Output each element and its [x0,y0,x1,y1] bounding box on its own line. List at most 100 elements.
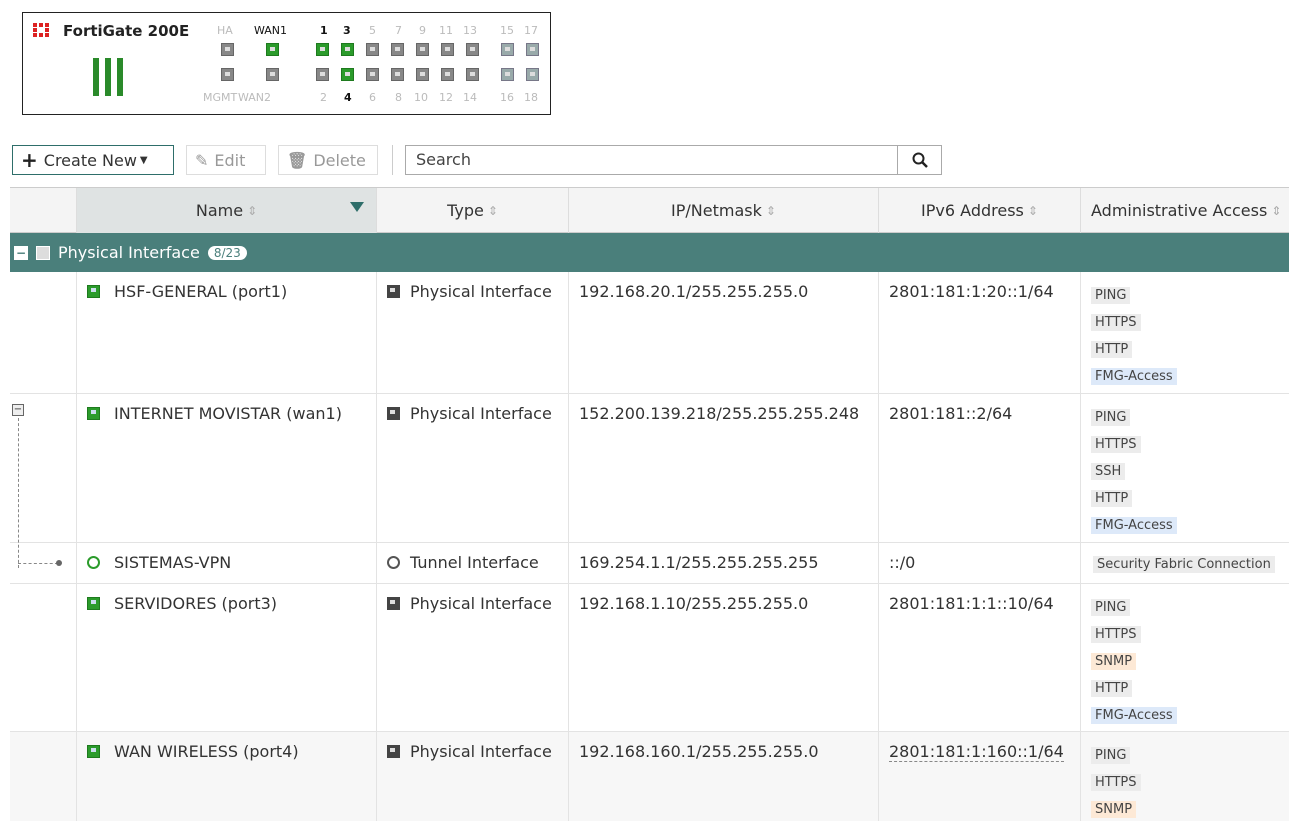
port-2[interactable] [316,68,329,81]
interface-name[interactable]: HSF-GENERAL (port1) [114,282,287,301]
access-tag: FMG-Access [1091,517,1177,534]
physical-interface-icon [387,407,400,420]
port-8[interactable] [391,68,404,81]
ipv6-cell: 2801:181::2/64 [878,394,1080,542]
access-tag: PING [1091,409,1131,426]
ip-cell: 169.254.1.1/255.255.255.255 [568,543,878,583]
port-7[interactable] [391,43,404,56]
name-cell: HSF-GENERAL (port1) [76,272,376,393]
port-label-wan2: WAN2 [238,91,272,104]
header-ip[interactable]: IP/Netmask ⇕ [568,188,878,233]
interface-name[interactable]: SISTEMAS-VPN [114,553,231,572]
search-input[interactable]: Search [405,145,898,175]
create-new-button[interactable]: + Create New ▼ [12,145,174,175]
port-15[interactable] [501,43,514,56]
interface-type: Physical Interface [410,404,552,423]
access-cell: Security Fabric Connection [1080,543,1289,583]
port-9[interactable] [416,43,429,56]
port-1[interactable] [316,43,329,56]
physical-interface-icon [387,597,400,610]
search-button[interactable] [898,145,942,175]
interface-type: Tunnel Interface [410,553,539,572]
ip-cell: 192.168.1.10/255.255.255.0 [568,584,878,731]
interface-type: Physical Interface [410,282,552,301]
edit-label: Edit [214,150,246,170]
port-5[interactable] [366,43,379,56]
port-3[interactable] [341,43,354,56]
interface-type: Physical Interface [410,742,552,761]
access-tag: HTTP [1091,341,1133,358]
tunnel-interface-icon [387,556,400,569]
port-16[interactable] [501,68,514,81]
access-tag: SNMP [1091,653,1137,670]
ipv6-value[interactable]: 2801:181:1:160::1/64 [889,742,1064,762]
port-4[interactable] [341,68,354,81]
filter-icon[interactable] [350,202,364,212]
status-bars-icon [93,58,129,100]
delete-button[interactable]: 🗑 Delete [278,145,378,175]
access-cell: PING HTTPS SNMP HTTP FMG-Access [1080,584,1289,731]
port-14[interactable] [466,68,479,81]
access-tag: FMG-Access [1091,707,1177,724]
table-row[interactable]: − INTERNET MOVISTAR (wan1) Physical Inte… [10,394,1289,568]
interface-name[interactable]: WAN WIRELESS (port4) [114,742,299,761]
caret-down-icon: ▼ [139,154,148,166]
port-mgmt[interactable] [221,68,234,81]
header-type[interactable]: Type ⇕ [376,188,568,233]
ipv6-cell: 2801:181:1:160::1/64 [878,732,1080,821]
port-wan2[interactable] [266,68,279,81]
port-label-16: 16 [500,91,514,104]
header-admin-label: Administrative Access [1091,201,1268,220]
port-wan1[interactable] [266,43,279,56]
port-12[interactable] [441,68,454,81]
access-tag: FMG-Access [1091,368,1177,385]
interface-name[interactable]: INTERNET MOVISTAR (wan1) [114,404,342,423]
table-row[interactable]: SERVIDORES (port3) Physical Interface 19… [10,584,1289,732]
port-label-1: 1 [320,24,328,37]
group-physical-interface[interactable]: − Physical Interface 8/23 [10,233,1289,272]
delete-label: Delete [313,150,366,170]
tree-line [18,563,58,564]
table-row[interactable]: WAN WIRELESS (port4) Physical Interface … [10,732,1289,821]
port-label-17: 17 [524,24,538,37]
table-row[interactable]: SISTEMAS-VPN Tunnel Interface 169.254.1.… [10,543,1289,584]
port-17[interactable] [526,43,539,56]
port-11[interactable] [441,43,454,56]
port-label-9: 9 [419,24,426,37]
port-up-icon [87,285,100,298]
device-panel: FortiGate 200E HA WAN1 1 3 5 7 9 11 13 1… [22,12,551,115]
sort-icon: ⇕ [487,203,498,218]
pencil-icon: ✎ [195,150,209,170]
header-name[interactable]: Name ⇕ [76,188,376,233]
access-tag: HTTPS [1091,314,1141,331]
collapse-icon[interactable]: − [14,245,28,260]
ip-cell: 152.200.139.218/255.255.255.248 [568,394,878,542]
ipv6-cell: 2801:181:1:20::1/64 [878,272,1080,393]
port-18[interactable] [526,68,539,81]
port-ha[interactable] [221,43,234,56]
port-label-2: 2 [320,91,327,104]
port-label-3: 3 [343,24,351,37]
header-select [10,188,76,233]
ip-cell: 192.168.20.1/255.255.255.0 [568,272,878,393]
interface-type: Physical Interface [410,594,552,613]
header-admin-access[interactable]: Administrative Access ⇕ [1080,188,1289,233]
collapse-icon[interactable]: − [12,404,24,416]
table-row[interactable]: HSF-GENERAL (port1) Physical Interface 1… [10,272,1289,394]
port-6[interactable] [366,68,379,81]
interface-name[interactable]: SERVIDORES (port3) [114,594,277,613]
access-tag: HTTPS [1091,774,1141,791]
header-ipv6[interactable]: IPv6 Address ⇕ [878,188,1080,233]
port-label-14: 14 [463,91,477,104]
type-cell: Physical Interface [376,584,568,731]
count-badge: 8/23 [207,245,247,260]
edit-button[interactable]: ✎ Edit [186,145,266,175]
port-10[interactable] [416,68,429,81]
trash-icon: 🗑 [287,150,308,170]
sort-icon: ⇕ [765,203,776,218]
access-tag: HTTPS [1091,436,1141,453]
access-tag: PING [1091,287,1131,304]
port-13[interactable] [466,43,479,56]
access-tag: PING [1091,599,1131,616]
port-label-4: 4 [344,91,352,104]
